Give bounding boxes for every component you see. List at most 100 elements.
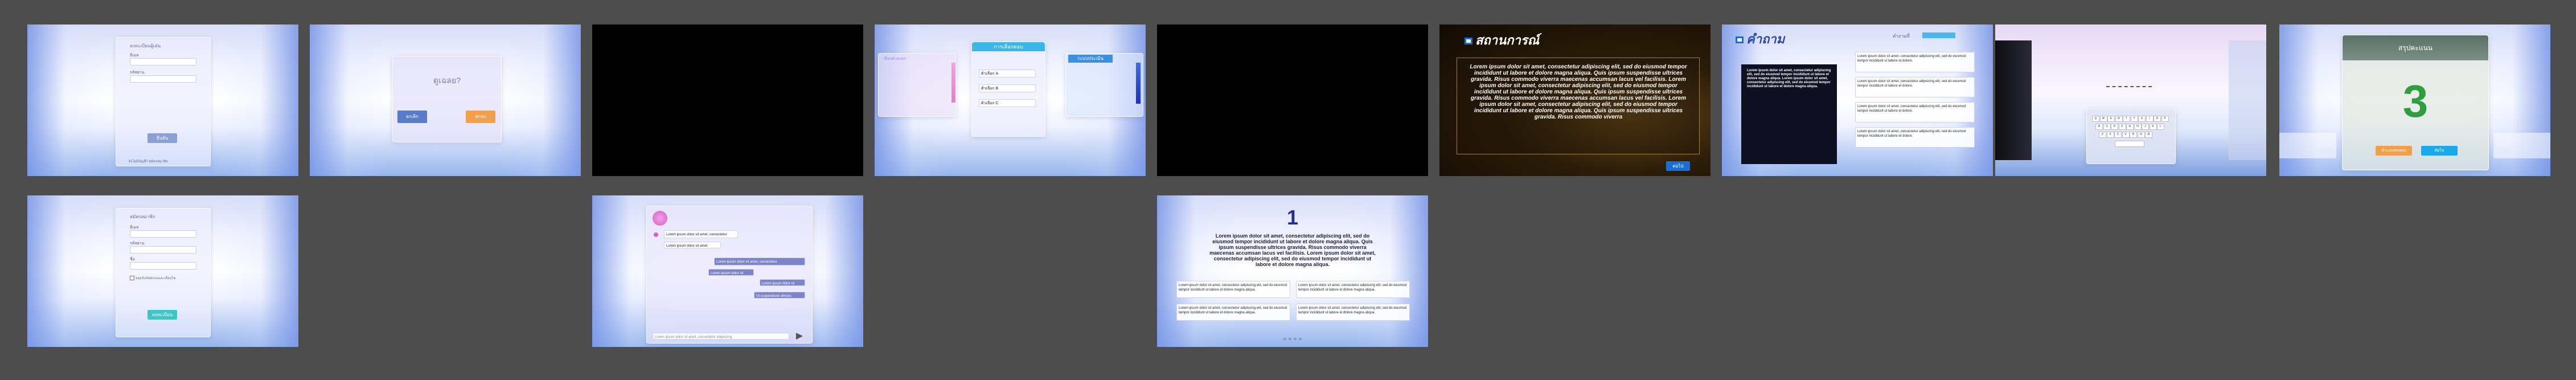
key-q[interactable]: Q	[2092, 116, 2099, 122]
choice-option-b[interactable]: ตัวเลือก B	[979, 84, 1036, 92]
key-w[interactable]: W	[2099, 116, 2107, 122]
reg-name-field[interactable]	[130, 262, 196, 269]
flag-icon	[1465, 38, 1472, 45]
key-n[interactable]: N	[2137, 132, 2145, 138]
summary-side-left	[2279, 133, 2336, 158]
terms-label: ยอมรับข้อตกลงและเงื่อนไข	[136, 277, 176, 280]
dialog-question: ดูเฉลย?	[433, 76, 461, 85]
key-v[interactable]: V	[2122, 132, 2130, 138]
key-b[interactable]: B	[2130, 132, 2137, 138]
chat-msg-1: Lorem ipsum dolor sit amet, consectetur	[664, 230, 738, 238]
key-d[interactable]: D	[2111, 124, 2118, 130]
summary-title: สรุปคะแนน	[2343, 35, 2488, 60]
answer-card-1[interactable]: Lorem ipsum dolor sit amet, consectetur …	[1855, 52, 1975, 72]
choice-option-a[interactable]: ตัวเลือก A	[979, 70, 1036, 77]
slide-summary: สรุปคะแนน 3 ทำแบบทดสอบ ถัดไป	[2279, 24, 2550, 176]
situation-title: สถานการณ์	[1465, 30, 1539, 50]
key-z[interactable]: Z	[2099, 132, 2106, 138]
choices-right-panel: ระบบประเมิน	[1065, 53, 1143, 117]
chat-msg-2: Lorem ipsum dolor sit amet	[664, 242, 721, 248]
summary-right-button[interactable]: ถัดไป	[2421, 146, 2458, 156]
chat-msg-3: Lorem ipsum dolor sit amet, consectetur	[714, 258, 805, 265]
key-x[interactable]: X	[2106, 132, 2114, 138]
login-submit-button[interactable]: ยืนยัน	[147, 133, 177, 143]
answer-card-3[interactable]: Lorem ipsum dolor sit amet, consectetur …	[1855, 102, 1975, 122]
key-p[interactable]: P	[2161, 116, 2169, 122]
slide-dialog: ดูเฉลย? ยกเลิก ตกลง	[310, 24, 581, 176]
slide-numbered: 1 Lorem ipsum dolor sit amet, consectetu…	[1157, 195, 1428, 347]
key-k[interactable]: K	[2149, 124, 2157, 130]
choices-center-panel: การเลือกตอบ ตัวเลือก A ตัวเลือก B ตัวเลื…	[971, 42, 1045, 137]
slide-choices: เลือกตัวละคร การเลือกตอบ ตัวเลือก A ตัวเ…	[875, 24, 1146, 176]
terms-checkbox[interactable]	[130, 276, 134, 280]
question-dark-text: Lorem ipsum dolor sit amet, consectetur …	[1747, 69, 1831, 88]
login-footer-link[interactable]: ยังไม่มีบัญชี? สมัครสมาชิก	[129, 158, 168, 164]
chat-panel: Lorem ipsum dolor sit amet, consectetur …	[646, 206, 813, 344]
question-progress	[1922, 32, 1955, 38]
pagination-dots[interactable]	[1283, 338, 1302, 340]
key-o[interactable]: O	[2153, 116, 2161, 122]
question-dark-panel: Lorem ipsum dolor sit amet, consectetur …	[1741, 64, 1837, 164]
choice-option-c[interactable]: ตัวเลือก C	[979, 99, 1036, 107]
numbered-card-2[interactable]: Lorem ipsum dolor sit amet, consectetur …	[1296, 281, 1410, 298]
key-g[interactable]: G	[2126, 124, 2134, 130]
answer-card-2[interactable]: Lorem ipsum dolor sit amet, consectetur …	[1855, 77, 1975, 97]
key-s[interactable]: S	[2103, 124, 2111, 130]
storyboard-canvas: { "slides": { "login": {"title": "ลงทะเบ…	[0, 0, 2576, 380]
dark-side-image	[1995, 40, 2032, 160]
numbered-card-4[interactable]: Lorem ipsum dolor sit amet, consectetur …	[1296, 304, 1410, 321]
situation-body: Lorem ipsum dolor sit amet, consectetur …	[1470, 64, 1687, 120]
slide-chat: Lorem ipsum dolor sit amet, consectetur …	[592, 195, 863, 347]
key-l[interactable]: L	[2157, 124, 2164, 130]
slide-login: ลงทะเบียนผู้เล่น อีเมล รหัสผ่าน ยืนยัน ย…	[27, 24, 298, 176]
key-m[interactable]: M	[2145, 132, 2152, 138]
key-u[interactable]: U	[2138, 116, 2146, 122]
question-title: คำถาม	[1736, 29, 1785, 49]
key-j[interactable]: J	[2142, 124, 2149, 130]
slide-keyboard: QWERTYUIOP ASDFGHJKL ZXCVBNM	[1995, 24, 2266, 176]
key-t[interactable]: T	[2123, 116, 2130, 122]
slide-black-2	[1157, 24, 1428, 176]
login-title: ลงทะเบียนผู้เล่น	[130, 43, 161, 48]
password-field[interactable]	[130, 75, 196, 83]
summary-panel: สรุปคะแนน 3 ทำแบบทดสอบ ถัดไป	[2342, 35, 2489, 170]
slide-black-1	[592, 24, 863, 176]
summary-side-right	[2493, 133, 2550, 158]
situation-text-box: Lorem ipsum dolor sit amet, consectetur …	[1457, 58, 1700, 154]
situation-title-text: สถานการณ์	[1475, 33, 1540, 47]
numbered-card-3[interactable]: Lorem ipsum dolor sit amet, consectetur …	[1176, 304, 1290, 321]
login-panel: ลงทะเบียนผู้เล่น อีเมล รหัสผ่าน ยืนยัน ย…	[116, 37, 211, 166]
key-h[interactable]: H	[2134, 124, 2142, 130]
key-y[interactable]: Y	[2130, 116, 2138, 122]
flag-icon	[1736, 36, 1744, 44]
key-c[interactable]: C	[2114, 132, 2122, 138]
slide-situation: สถานการณ์ Lorem ipsum dolor sit amet, co…	[1439, 24, 1711, 176]
reg-password-field[interactable]	[130, 246, 196, 254]
dialog-yes-button[interactable]: ตกลง	[466, 111, 495, 123]
key-f[interactable]: F	[2118, 124, 2126, 130]
chat-msg-5: Lorem ipsum dolor sit	[760, 279, 805, 286]
input-dashes	[2106, 86, 2152, 89]
key-space[interactable]	[2115, 141, 2144, 147]
send-icon[interactable]	[796, 333, 803, 340]
register-submit-button[interactable]: ลงทะเบียน	[147, 310, 177, 320]
numbered-body: Lorem ipsum dolor sit amet, consectetur …	[1209, 233, 1376, 267]
avatar	[653, 211, 667, 226]
summary-left-button[interactable]: ทำแบบทดสอบ	[2376, 146, 2412, 156]
reg-email-field[interactable]	[130, 230, 196, 238]
dialog-no-button[interactable]: ยกเลิก	[397, 111, 427, 123]
key-i[interactable]: I	[2146, 116, 2153, 122]
situation-next-button[interactable]: ต่อไป	[1666, 161, 1690, 171]
chat-input[interactable]: Lorem ipsum dolor sit amet, consectetur …	[653, 333, 789, 340]
key-e[interactable]: E	[2107, 116, 2115, 122]
register-panel: สมัครสมาชิก อีเมล รหัสผ่าน ชื่อ ยอมรับข้…	[116, 208, 211, 337]
key-r[interactable]: R	[2115, 116, 2123, 122]
side-panel-right	[2229, 40, 2266, 160]
numbered-card-1[interactable]: Lorem ipsum dolor sit amet, consectetur …	[1176, 281, 1290, 298]
key-a[interactable]: A	[2095, 124, 2103, 130]
center-header: การเลือกตอบ	[972, 42, 1045, 51]
email-field[interactable]	[130, 58, 196, 66]
question-top-label: คำถามที่	[1893, 34, 1910, 39]
answer-card-4[interactable]: Lorem ipsum dolor sit amet, consectetur …	[1855, 127, 1975, 148]
chat-msg-6: Ut suspendisse ultrices	[754, 292, 805, 299]
